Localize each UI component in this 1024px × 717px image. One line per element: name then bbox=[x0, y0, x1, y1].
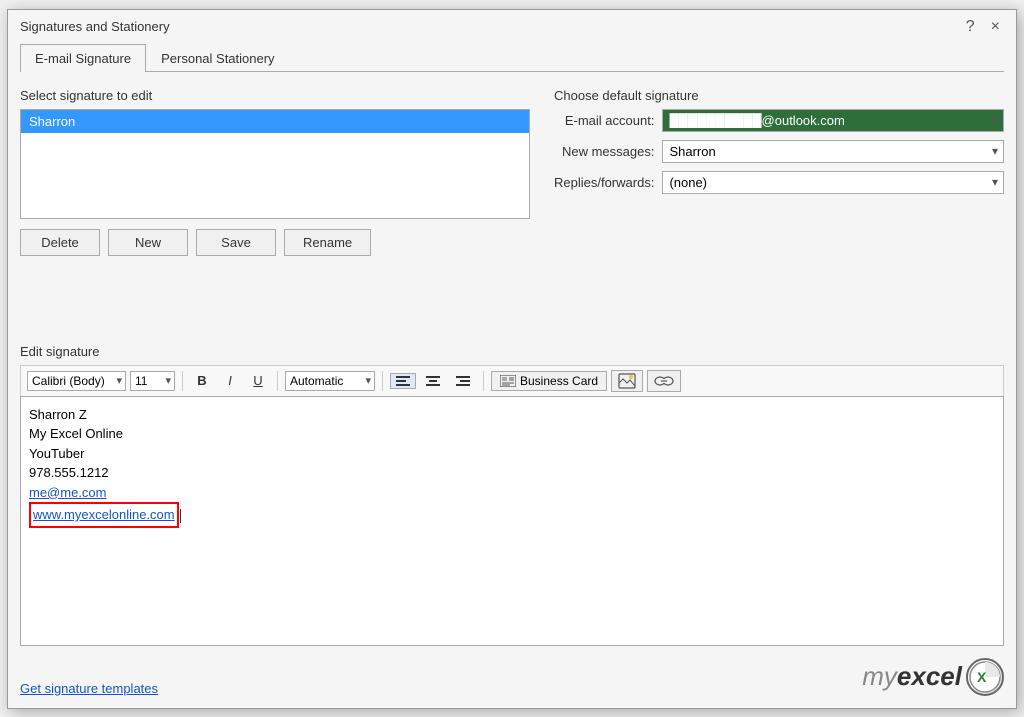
align-right-icon bbox=[456, 376, 470, 386]
insert-image-icon bbox=[618, 373, 636, 389]
toolbar-sep-4 bbox=[483, 371, 484, 391]
choose-default-label: Choose default signature bbox=[554, 88, 1004, 103]
font-name-select[interactable]: Calibri (Body) bbox=[27, 371, 126, 391]
tab-email-signature[interactable]: E-mail Signature bbox=[20, 44, 146, 72]
rename-button[interactable]: Rename bbox=[284, 229, 371, 256]
signature-list[interactable]: Sharron bbox=[20, 109, 530, 219]
new-button[interactable]: New bbox=[108, 229, 188, 256]
business-card-label: Business Card bbox=[520, 374, 598, 388]
title-bar: Signatures and Stationery ? × bbox=[8, 10, 1016, 44]
font-name-select-wrapper: Calibri (Body) bbox=[27, 371, 126, 391]
align-right-button[interactable] bbox=[450, 373, 476, 389]
svg-text:X: X bbox=[977, 669, 987, 685]
edit-signature-section: Edit signature Calibri (Body) 11 B I bbox=[20, 344, 1004, 646]
signature-item-sharron[interactable]: Sharron bbox=[21, 110, 529, 133]
save-button[interactable]: Save bbox=[196, 229, 276, 256]
content-area: Select signature to edit Sharron Delete … bbox=[20, 88, 1004, 328]
replies-forwards-select[interactable]: (none) bbox=[662, 171, 1004, 194]
sig-email-link[interactable]: me@me.com bbox=[29, 485, 107, 500]
myexcel-brand-text: myexcel bbox=[862, 661, 962, 692]
myexcel-logo: myexcel X bbox=[862, 658, 1004, 696]
sig-line-4: 978.555.1212 bbox=[29, 463, 995, 483]
replies-forwards-label: Replies/forwards: bbox=[554, 175, 654, 190]
insert-hyperlink-icon bbox=[654, 373, 674, 389]
sig-line-6: www.myexcelonline.com bbox=[29, 502, 995, 528]
my-text: my bbox=[862, 661, 897, 691]
toolbar-sep-3 bbox=[382, 371, 383, 391]
align-center-icon bbox=[426, 376, 440, 386]
excel-text: excel bbox=[897, 661, 962, 691]
align-left-icon bbox=[396, 376, 410, 386]
title-bar-controls: ? × bbox=[962, 18, 1004, 36]
replies-forwards-select-wrapper: (none) bbox=[662, 171, 1004, 194]
business-card-icon bbox=[500, 375, 516, 387]
signature-content: Sharron Z My Excel Online YouTuber 978.5… bbox=[29, 405, 995, 528]
dialog: Signatures and Stationery ? × E-mail Sig… bbox=[7, 9, 1017, 709]
select-sig-label: Select signature to edit bbox=[20, 88, 530, 103]
right-panel: Choose default signature E-mail account:… bbox=[554, 88, 1004, 328]
insert-hyperlink-button[interactable] bbox=[647, 370, 681, 392]
italic-button[interactable]: I bbox=[218, 370, 242, 391]
insert-image-button[interactable] bbox=[611, 370, 643, 392]
business-card-button[interactable]: Business Card bbox=[491, 371, 607, 391]
myexcel-icon-svg: X bbox=[969, 661, 1001, 693]
signature-buttons-row: Delete New Save Rename bbox=[20, 229, 530, 256]
signature-toolbar: Calibri (Body) 11 B I U Automati bbox=[20, 365, 1004, 396]
default-sig-grid: E-mail account: ██████████@outlook.com N… bbox=[554, 109, 1004, 194]
text-cursor bbox=[180, 509, 181, 523]
font-size-select-wrapper: 11 bbox=[130, 371, 175, 391]
myexcel-logo-icon: X bbox=[966, 658, 1004, 696]
bold-button[interactable]: B bbox=[190, 370, 214, 391]
dialog-body: E-mail Signature Personal Stationery Sel… bbox=[8, 44, 1016, 708]
align-left-button[interactable] bbox=[390, 373, 416, 389]
tabs: E-mail Signature Personal Stationery bbox=[20, 44, 1004, 72]
dialog-title: Signatures and Stationery bbox=[20, 19, 170, 34]
help-icon[interactable]: ? bbox=[962, 18, 979, 36]
sig-website-link[interactable]: www.myexcelonline.com bbox=[29, 502, 179, 528]
tab-personal-stationery[interactable]: Personal Stationery bbox=[146, 44, 289, 72]
email-account-label: E-mail account: bbox=[554, 113, 654, 128]
left-panel: Select signature to edit Sharron Delete … bbox=[20, 88, 530, 328]
sig-line-2: My Excel Online bbox=[29, 424, 995, 444]
align-center-button[interactable] bbox=[420, 373, 446, 389]
font-size-select[interactable]: 11 bbox=[130, 371, 175, 391]
email-account-select-wrapper: ██████████@outlook.com bbox=[662, 109, 1004, 132]
get-templates-link[interactable]: Get signature templates bbox=[20, 681, 158, 696]
new-messages-select[interactable]: Sharron bbox=[662, 140, 1004, 163]
color-select[interactable]: Automatic bbox=[285, 371, 375, 391]
signature-editor[interactable]: Sharron Z My Excel Online YouTuber 978.5… bbox=[20, 396, 1004, 646]
new-messages-label: New messages: bbox=[554, 144, 654, 159]
underline-button[interactable]: U bbox=[246, 370, 270, 391]
toolbar-sep-1 bbox=[182, 371, 183, 391]
sig-line-3: YouTuber bbox=[29, 444, 995, 464]
email-account-select[interactable]: ██████████@outlook.com bbox=[662, 109, 1004, 132]
sig-line-1: Sharron Z bbox=[29, 405, 995, 425]
footer-area: Get signature templates myexcel X bbox=[20, 658, 1004, 696]
color-select-wrapper: Automatic bbox=[285, 371, 375, 391]
toolbar-sep-2 bbox=[277, 371, 278, 391]
new-messages-select-wrapper: Sharron bbox=[662, 140, 1004, 163]
edit-sig-label: Edit signature bbox=[20, 344, 1004, 359]
sig-line-5: me@me.com bbox=[29, 483, 995, 503]
delete-button[interactable]: Delete bbox=[20, 229, 100, 256]
close-icon[interactable]: × bbox=[987, 18, 1004, 36]
